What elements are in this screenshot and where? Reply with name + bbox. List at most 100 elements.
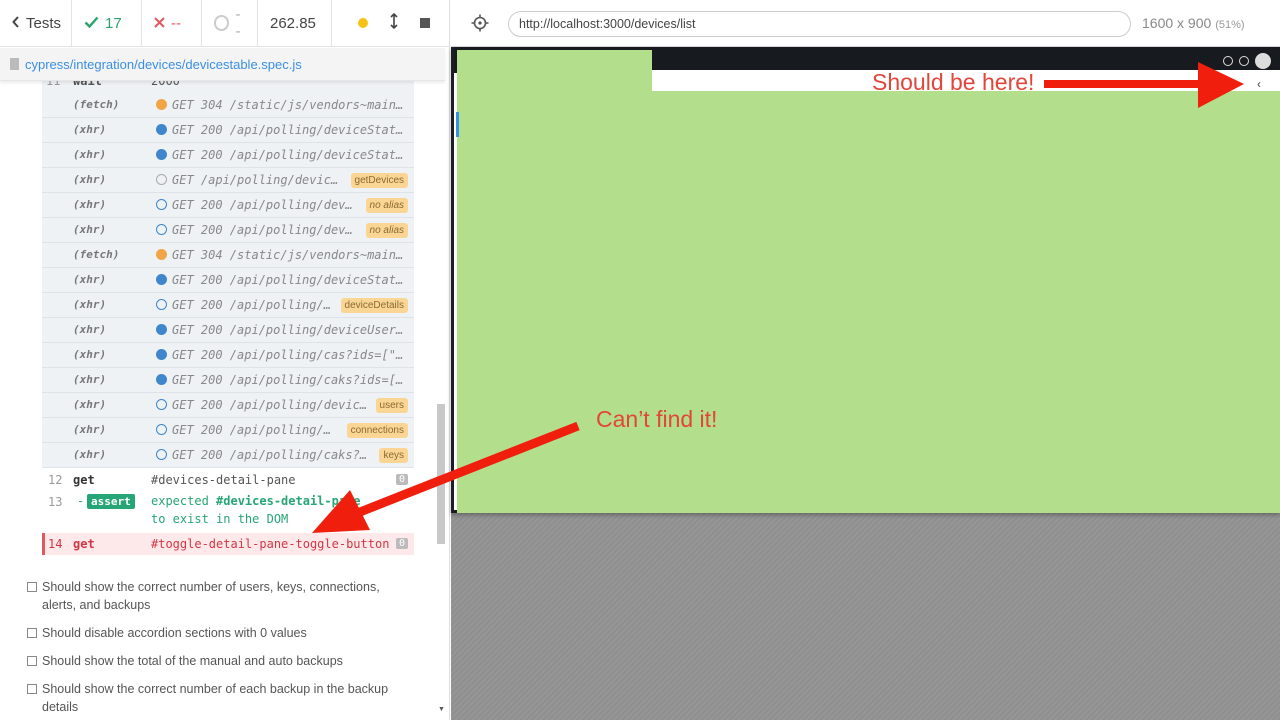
command-number: 14 bbox=[48, 537, 63, 551]
command-wait[interactable]: 11 wait 2000 bbox=[42, 81, 414, 93]
pending-test-title: Should show the correct number of each b… bbox=[42, 682, 389, 714]
command-name: wait bbox=[73, 81, 102, 88]
request-row[interactable]: (xhr) GET 200 /api/polling/dev… no alias bbox=[42, 193, 414, 218]
spec-path-link[interactable]: cypress/integration/devices/devicestable… bbox=[25, 57, 302, 72]
request-row[interactable]: (xhr) GET 200 /api/polling/cas?ids=["… bbox=[42, 343, 414, 368]
request-kind: (xhr) bbox=[73, 348, 107, 361]
status-dot-icon bbox=[156, 324, 167, 335]
request-text: GET /api/polling/devic… bbox=[172, 173, 339, 187]
request-row[interactable]: (xhr) GET 200 /api/polling/caks?… keys bbox=[42, 443, 414, 468]
autoscroll-toggle-icon[interactable] bbox=[390, 12, 398, 33]
command-number: 11 bbox=[46, 81, 61, 88]
request-row[interactable]: (xhr) GET 200 /api/polling/deviceStat… bbox=[42, 268, 414, 293]
request-kind: (xhr) bbox=[73, 148, 107, 161]
reporter-panel: Tests 17 -- -- 262.85 cypress/integratio… bbox=[0, 0, 450, 720]
request-kind: (xhr) bbox=[73, 323, 107, 336]
pending-number: -- bbox=[235, 6, 241, 40]
request-text: GET 200 /api/polling/caks?… bbox=[172, 448, 368, 462]
scrollbar-thumb[interactable] bbox=[437, 404, 445, 544]
alias-badge: users bbox=[375, 398, 408, 413]
request-kind: (xhr) bbox=[73, 398, 107, 411]
assert-selector: #devices-detail-pane bbox=[216, 494, 361, 508]
passed-count: 17 bbox=[72, 0, 142, 46]
pending-test-item[interactable]: Should show the correct number of each b… bbox=[27, 680, 407, 716]
element-count-badge: 0 bbox=[395, 474, 408, 485]
pending-circle-icon bbox=[214, 15, 230, 31]
test-checkbox-icon bbox=[27, 628, 37, 638]
command-log-scrollbar[interactable]: ▲ ▼ bbox=[436, 48, 446, 720]
command-get[interactable]: 12 get #devices-detail-pane 0 bbox=[42, 469, 414, 491]
app-iframe: ‹ Should be here! Can’t find it! bbox=[451, 47, 1280, 513]
detail-pane-toggle-chevron-icon[interactable]: ‹ bbox=[1257, 77, 1261, 91]
test-checkbox-icon bbox=[27, 684, 37, 694]
alias-badge: keys bbox=[379, 448, 408, 463]
pending-test-item[interactable]: Should show the correct number of users,… bbox=[27, 578, 407, 614]
pending-test-item[interactable]: Should disable accordion sections with 0… bbox=[27, 624, 407, 642]
request-row[interactable]: (fetch) GET 304 /static/js/vendors~main… bbox=[42, 93, 414, 118]
command-message: #toggle-detail-pane-toggle-button bbox=[151, 537, 390, 551]
command-log: 11 wait 2000 (fetch) GET 304 /static/js/… bbox=[0, 81, 434, 720]
request-kind: (xhr) bbox=[73, 423, 107, 436]
selector-playground-icon[interactable] bbox=[471, 14, 489, 32]
avatar[interactable] bbox=[1255, 53, 1271, 69]
request-row[interactable]: (xhr) GET 200 /api/polling/deviceStat… bbox=[42, 118, 414, 143]
scroll-down-icon[interactable]: ▼ bbox=[438, 706, 445, 713]
running-indicator-icon bbox=[358, 18, 368, 28]
tests-label: Tests bbox=[26, 14, 62, 32]
app-header-icons bbox=[1223, 53, 1271, 69]
url-bar[interactable]: http://localhost:3000/devices/list bbox=[508, 11, 1131, 37]
request-text: GET 200 /api/polling/… bbox=[172, 423, 331, 437]
viewport-dimensions: 1600 x 900 bbox=[1142, 15, 1212, 31]
request-text: GET 200 /api/polling/caks?ids=[… bbox=[172, 373, 404, 387]
request-text: GET 200 /api/polling/deviceStat… bbox=[172, 123, 404, 137]
assert-tag: assert bbox=[87, 494, 135, 509]
command-name: get bbox=[73, 537, 95, 551]
assert-expected: expected bbox=[151, 494, 217, 508]
status-dot-icon bbox=[156, 174, 167, 185]
pending-test-item[interactable]: Should show the total of the manual and … bbox=[27, 652, 407, 670]
status-dot-icon bbox=[156, 424, 167, 435]
request-row[interactable]: (fetch) GET 304 /static/js/vendors~main… bbox=[42, 243, 414, 268]
request-text: GET 200 /api/polling/cas?ids=["… bbox=[172, 348, 404, 362]
request-row[interactable]: (xhr) GET 200 /api/polling/… connections bbox=[42, 418, 414, 443]
alias-badge: connections bbox=[346, 423, 408, 438]
notifications-icon[interactable] bbox=[1223, 56, 1233, 66]
request-text: GET 200 /api/polling/… bbox=[172, 298, 331, 312]
request-row[interactable]: (xhr) GET 200 /api/polling/caks?ids=[… bbox=[42, 368, 414, 393]
x-icon bbox=[154, 15, 165, 32]
request-kind: (xhr) bbox=[73, 123, 107, 136]
alias-badge: getDevices bbox=[350, 173, 408, 188]
request-text: GET 200 /api/polling/deviceUser… bbox=[172, 323, 404, 337]
stop-button[interactable] bbox=[420, 18, 430, 28]
check-icon bbox=[84, 15, 99, 32]
command-get-failed[interactable]: 14 get #toggle-detail-pane-toggle-button… bbox=[42, 533, 414, 555]
request-row[interactable]: (xhr) GET 200 /api/polling/devic… users bbox=[42, 393, 414, 418]
command-assert[interactable]: 13 - assert expected #devices-detail-pan… bbox=[42, 491, 414, 533]
command-message: #devices-detail-pane bbox=[151, 473, 296, 487]
status-dot-icon bbox=[156, 399, 167, 410]
run-controls bbox=[332, 0, 450, 46]
request-row[interactable]: (xhr) GET 200 /api/polling/… deviceDetai… bbox=[42, 293, 414, 318]
alias-badge: no alias bbox=[365, 223, 408, 238]
status-dot-icon bbox=[156, 149, 167, 160]
assert-dash: - bbox=[77, 494, 85, 508]
request-text: GET 200 /api/polling/dev… bbox=[172, 198, 353, 212]
aut-header: http://localhost:3000/devices/list 1600 … bbox=[451, 0, 1280, 47]
tests-back-button[interactable]: Tests bbox=[0, 0, 72, 46]
request-row[interactable]: (xhr) GET 200 /api/polling/deviceStat… bbox=[42, 143, 414, 168]
pending-test-title: Should show the total of the manual and … bbox=[42, 654, 343, 668]
command-number: 13 bbox=[48, 495, 63, 509]
status-dot-icon bbox=[156, 199, 167, 210]
request-row[interactable]: (xhr) GET 200 /api/polling/dev… no alias bbox=[42, 218, 414, 243]
help-icon[interactable] bbox=[1239, 56, 1249, 66]
request-row[interactable]: (xhr) GET 200 /api/polling/deviceUser… bbox=[42, 318, 414, 343]
request-text: GET 200 /api/polling/deviceStat… bbox=[172, 273, 404, 287]
viewport-info: 1600 x 900 (51%) bbox=[1142, 15, 1245, 31]
element-count-badge: 0 bbox=[395, 538, 408, 549]
pending-count: -- bbox=[202, 0, 258, 46]
annotation-should-be-here: Should be here! bbox=[872, 69, 1035, 95]
element-highlight bbox=[457, 50, 1280, 513]
command-message: 2000 bbox=[151, 81, 180, 88]
request-text: GET 200 /api/polling/dev… bbox=[172, 223, 353, 237]
request-row[interactable]: (xhr) GET /api/polling/devic… getDevices bbox=[42, 168, 414, 193]
